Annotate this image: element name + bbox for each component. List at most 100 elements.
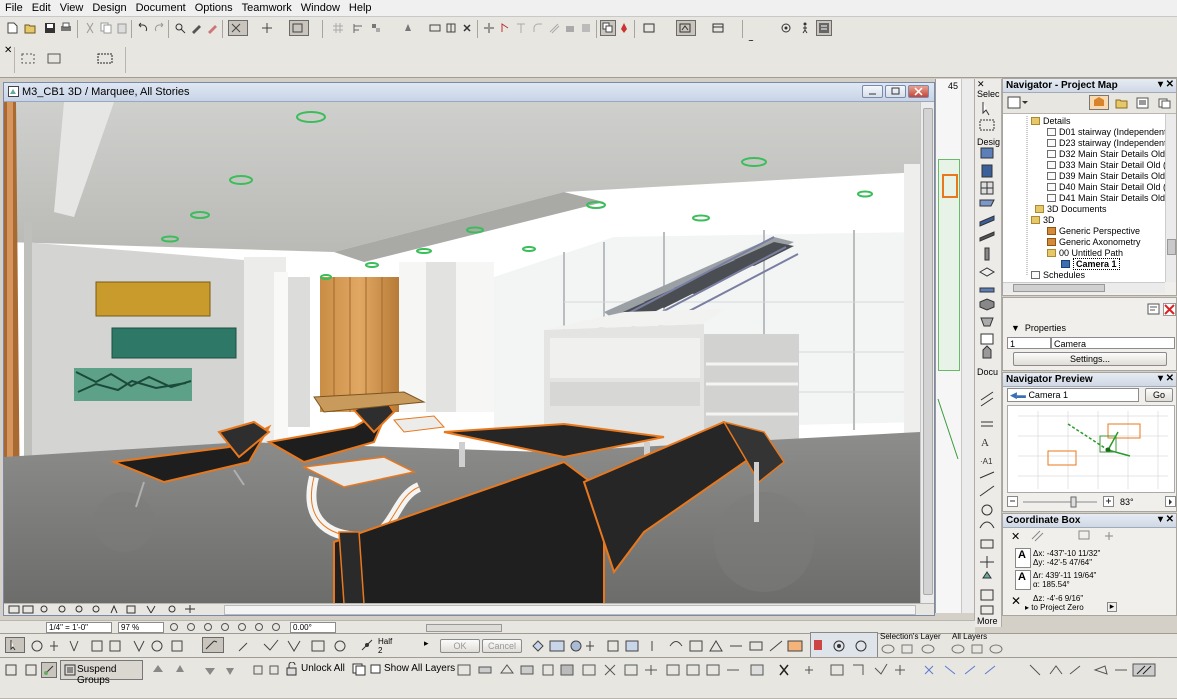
marker-icon[interactable] [616,20,632,36]
tree-item[interactable]: D39 Main Stair Details Old (Ind [1047,171,1165,181]
view-map-icon[interactable] [1115,97,1129,109]
arrange-tool-icons[interactable] [150,662,280,678]
navigator-close-icon[interactable]: ✕ [1166,79,1174,90]
3d-window-icon[interactable] [676,20,696,36]
zoom-field[interactable]: 97 % [118,622,164,633]
tree-item[interactable]: 3D [1031,215,1055,225]
status-scrollbar[interactable] [426,624,502,632]
3d-vertical-scrollbar[interactable] [920,102,934,604]
coord-z-icon[interactable]: ✕ [1011,594,1021,608]
grid-icon[interactable] [330,20,346,36]
tree-item[interactable]: D32 Main Stair Details Old (Dra [1047,149,1165,159]
menu-view[interactable]: View [55,0,88,14]
3d-horizontal-scrollbar[interactable] [224,605,916,615]
preview-menu-icon[interactable]: ▾ [1158,373,1163,384]
tree-item[interactable]: D33 Main Stair Detail Old (Drav [1047,160,1165,170]
minimize-button[interactable] [862,85,883,98]
marquee-multi-icon[interactable] [47,53,61,65]
inject-icon[interactable] [204,20,220,36]
intersect-icon[interactable] [513,20,529,36]
coord-expand-icon[interactable]: ▸ [1107,602,1117,612]
tree-item[interactable]: D40 Main Stair Detail Old (Inde [1047,182,1165,192]
transform-tool-icons[interactable] [236,638,356,654]
find-select-icon[interactable] [172,20,188,36]
distribute-icon[interactable] [368,20,384,36]
save-icon[interactable] [42,20,58,36]
view-id-field[interactable]: 1 [1007,337,1051,349]
all-layers-icons[interactable] [950,643,1010,655]
3d-navigation-icons[interactable] [7,604,217,615]
suspend-groups-toggle[interactable]: Suspend Groups [60,660,143,686]
gravity-icon[interactable] [259,20,275,36]
marquee-single-icon[interactable] [21,53,35,65]
element-tool-icons[interactable] [455,662,1175,678]
tree-hscrollbar[interactable] [1003,282,1165,293]
background-plan-window[interactable]: 45 [935,79,962,613]
render-mode-icons[interactable] [813,639,875,653]
undo-icon[interactable] [135,20,151,36]
coord-polar-icon[interactable]: A [1015,570,1031,590]
orbit-icon[interactable] [778,20,794,36]
zoom-tools-icons[interactable] [168,622,288,633]
toolbox-tool-icons[interactable]: A ·A1 [977,100,999,620]
view-name-field[interactable]: Camera [1051,337,1175,349]
menu-document[interactable]: Document [131,0,190,14]
group-tool-icons[interactable] [4,662,40,678]
preview-go-button[interactable]: Go [1145,388,1173,402]
split-icon[interactable] [481,20,497,36]
selection-layer-icons[interactable] [880,643,944,655]
layout-icon[interactable] [710,20,726,36]
print-icon[interactable] [58,20,74,36]
settings-button[interactable]: Settings... [1013,352,1167,366]
tree-item[interactable]: Details [1031,116,1071,126]
project-map-icon[interactable] [1089,95,1109,110]
navigator-menu-icon[interactable]: ▾ [1158,79,1163,90]
layout-book-icon[interactable] [1136,97,1150,109]
tree-item[interactable]: 00 Untitled Path [1047,248,1123,258]
offset-icon[interactable] [546,20,562,36]
coord-snap-icons[interactable] [1029,529,1119,543]
menu-edit[interactable]: Edit [27,0,55,14]
view-mode-icons[interactable] [530,638,810,654]
view-settings-icon[interactable] [641,20,657,36]
preview-close-icon[interactable]: ✕ [1166,373,1174,384]
menu-help[interactable]: Help [344,0,376,14]
3d-scroll-thumb[interactable] [923,108,933,595]
scale-field[interactable]: 1/4" = 1'-0" [46,622,112,633]
menu-file[interactable]: File [0,0,27,14]
align-icon[interactable] [350,20,366,36]
cut-icon[interactable] [82,20,98,36]
half-arrow-icon[interactable]: ▸ [424,638,429,649]
paste-icon[interactable] [114,20,130,36]
coord-close-icon[interactable]: ✕ [1166,514,1174,525]
delete-view-icon[interactable] [1163,303,1176,316]
coord-cartesian-icon[interactable]: A [1015,548,1031,568]
preview-map[interactable] [1007,405,1175,493]
curtain-icon[interactable] [578,20,594,36]
fillet-icon[interactable] [530,20,546,36]
tree-item[interactable]: D23 stairway (Independent) [1047,138,1165,148]
open-file-icon[interactable] [22,20,38,36]
publisher-icon[interactable] [1158,97,1172,109]
pointer-tool-icon[interactable] [5,637,25,653]
copy-icon[interactable] [98,20,114,36]
suspend-icon[interactable] [289,20,309,36]
tree-item[interactable]: Schedules [1031,270,1085,280]
menu-teamwork[interactable]: Teamwork [237,0,296,14]
ok-button[interactable]: OK [440,639,480,653]
maximize-button[interactable] [885,85,906,98]
menu-options[interactable]: Options [190,0,237,14]
pick-up-icon[interactable] [188,20,204,36]
coord-menu-icon[interactable]: ▾ [1158,514,1163,525]
tree-item[interactable]: Generic Axonometry [1047,237,1141,247]
group-icon[interactable] [427,20,443,36]
arrange-icon[interactable] [400,20,416,36]
3d-viewport[interactable] [4,102,920,604]
marquee-all-icon[interactable] [97,53,113,65]
cancel-button[interactable]: Cancel [482,639,522,653]
suspend-groups-icon[interactable] [41,662,57,678]
tree-item[interactable]: D01 stairway (Independent) [1047,127,1165,137]
delete-x-icon[interactable] [459,20,475,36]
edit-tool-icons[interactable] [30,638,200,654]
navigator-popup-icon[interactable] [1007,96,1029,110]
